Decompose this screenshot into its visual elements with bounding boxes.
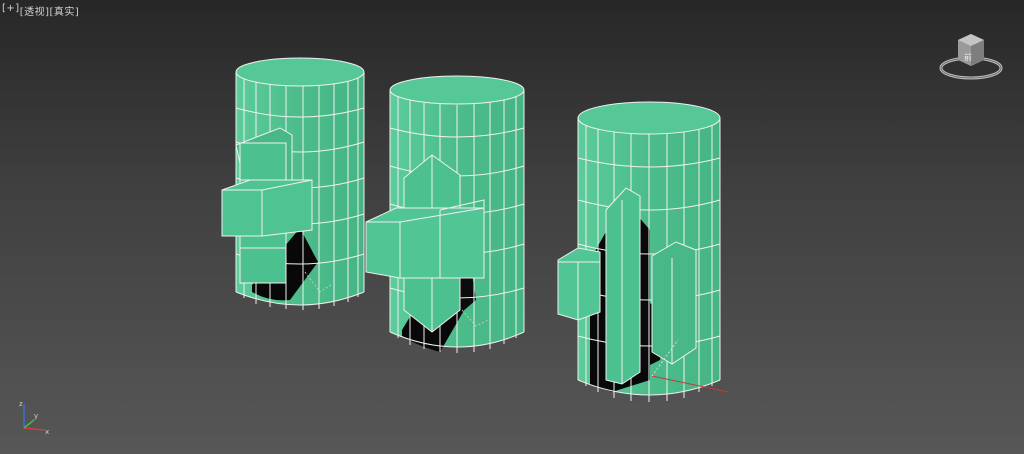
perspective-viewport[interactable] [0,0,1024,454]
axis-z-label: z [19,400,23,408]
cylinder-3[interactable] [557,101,729,402]
axis-y-label: y [34,412,38,420]
axis-tripod-icon: z x y [19,400,49,436]
cylinder-2[interactable] [365,75,525,353]
viewcube-icon[interactable]: 前 [936,30,1006,82]
viewcube-face-label: 前 [964,52,972,62]
axis-x-label: x [45,428,49,436]
cylinder-1[interactable] [221,57,365,310]
